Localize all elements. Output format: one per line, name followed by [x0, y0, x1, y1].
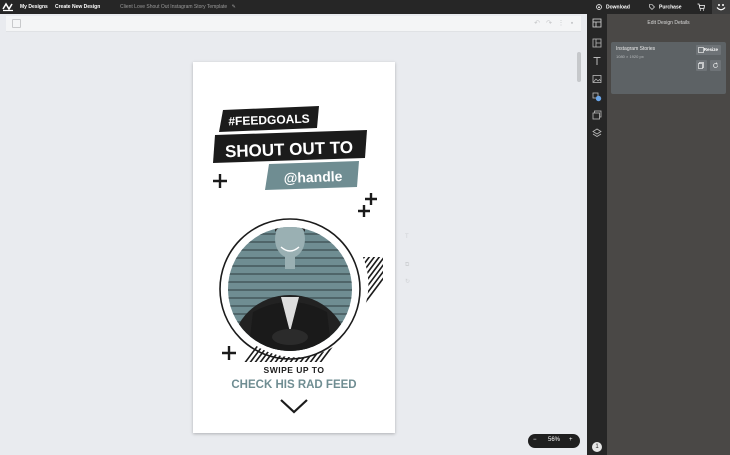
tag-text[interactable]: #FEEDGOALS — [228, 112, 310, 129]
design-artboard[interactable]: #FEEDGOALS SHOUT OUT TO @handle SWIPE UP… — [193, 62, 395, 433]
scrollbar-thumb[interactable] — [577, 52, 581, 82]
settings-icon[interactable]: ⋮ — [557, 19, 565, 28]
account-avatar[interactable] — [712, 0, 730, 14]
cta-text[interactable]: CHECK HIS RAD FEED — [231, 379, 356, 391]
refresh-icon — [713, 62, 718, 68]
download-label: Download — [606, 4, 630, 11]
swipe-text[interactable]: SWIPE UP TO — [264, 365, 325, 375]
resize-button[interactable]: Resize — [696, 45, 721, 55]
image-icon[interactable] — [592, 74, 602, 84]
design-graphic: #FEEDGOALS SHOUT OUT TO @handle SWIPE UP… — [213, 106, 383, 414]
purchase-label: Purchase — [659, 4, 682, 11]
delete-icon[interactable]: ▪ — [568, 19, 576, 28]
zoom-control: − 56% + — [528, 434, 580, 448]
background-icon[interactable] — [592, 110, 602, 120]
text-tool-icon[interactable]: T — [405, 234, 409, 240]
edit-pencil-icon[interactable]: ✎ — [232, 4, 236, 10]
nav-create-new-design[interactable]: Create New Design — [55, 4, 100, 10]
cart-icon[interactable] — [697, 3, 705, 11]
redo-icon[interactable]: ↷ — [545, 19, 553, 28]
handle-text[interactable]: @handle — [283, 168, 343, 186]
zoom-in-button[interactable]: + — [569, 437, 573, 443]
duplicate-design-button[interactable] — [696, 60, 707, 71]
nav-my-designs[interactable]: My Designs — [20, 4, 48, 10]
resize-icon — [698, 47, 704, 53]
text-icon[interactable] — [592, 56, 602, 66]
layout-icon[interactable] — [592, 18, 602, 28]
shapes-icon[interactable] — [592, 92, 602, 102]
document-title-text[interactable]: Client Love Shout Out Instagram Story Te… — [120, 4, 227, 10]
purchase-button[interactable]: Purchase — [649, 4, 682, 10]
resize-label: Resize — [703, 47, 718, 52]
tool-rail: 1 — [587, 14, 607, 455]
zoom-out-button[interactable]: − — [533, 437, 537, 443]
design-name: Instagram Stories — [616, 46, 656, 52]
undo-icon[interactable]: ↶ — [533, 19, 541, 28]
app-logo-icon[interactable] — [2, 1, 14, 13]
download-icon — [596, 4, 602, 10]
duplicate-icon[interactable]: ⧉ — [405, 262, 409, 269]
notification-badge[interactable]: 1 — [592, 442, 602, 452]
panel-header: Edit Design Details — [647, 20, 690, 26]
tag-icon — [649, 4, 655, 10]
templates-icon[interactable] — [592, 38, 602, 48]
chevron-down-icon — [280, 399, 308, 414]
design-dimensions: 1080 × 1920 px — [616, 54, 644, 59]
document-title[interactable]: Client Love Shout Out Instagram Story Te… — [120, 4, 236, 10]
rotate-icon[interactable]: ↻ — [405, 278, 410, 285]
design-details-panel: Edit Design Details Instagram Stories 10… — [607, 14, 730, 455]
design-size-card: Instagram Stories 1080 × 1920 px Resize — [611, 42, 726, 94]
select-all-checkbox[interactable] — [12, 19, 21, 28]
smiley-face-icon — [716, 4, 726, 11]
top-bar: My Designs Create New Design Client Love… — [0, 0, 730, 14]
layers-icon[interactable] — [592, 128, 602, 138]
download-button[interactable]: Download — [596, 4, 630, 10]
canvas-toolbar: ↶ ↷ ⋮ ▪ — [6, 16, 581, 32]
zoom-value: 56% — [548, 437, 561, 443]
copy-icon — [698, 62, 704, 69]
profile-photo[interactable] — [223, 220, 363, 405]
refresh-design-button[interactable] — [710, 60, 721, 71]
vertical-scrollbar[interactable] — [576, 34, 582, 454]
